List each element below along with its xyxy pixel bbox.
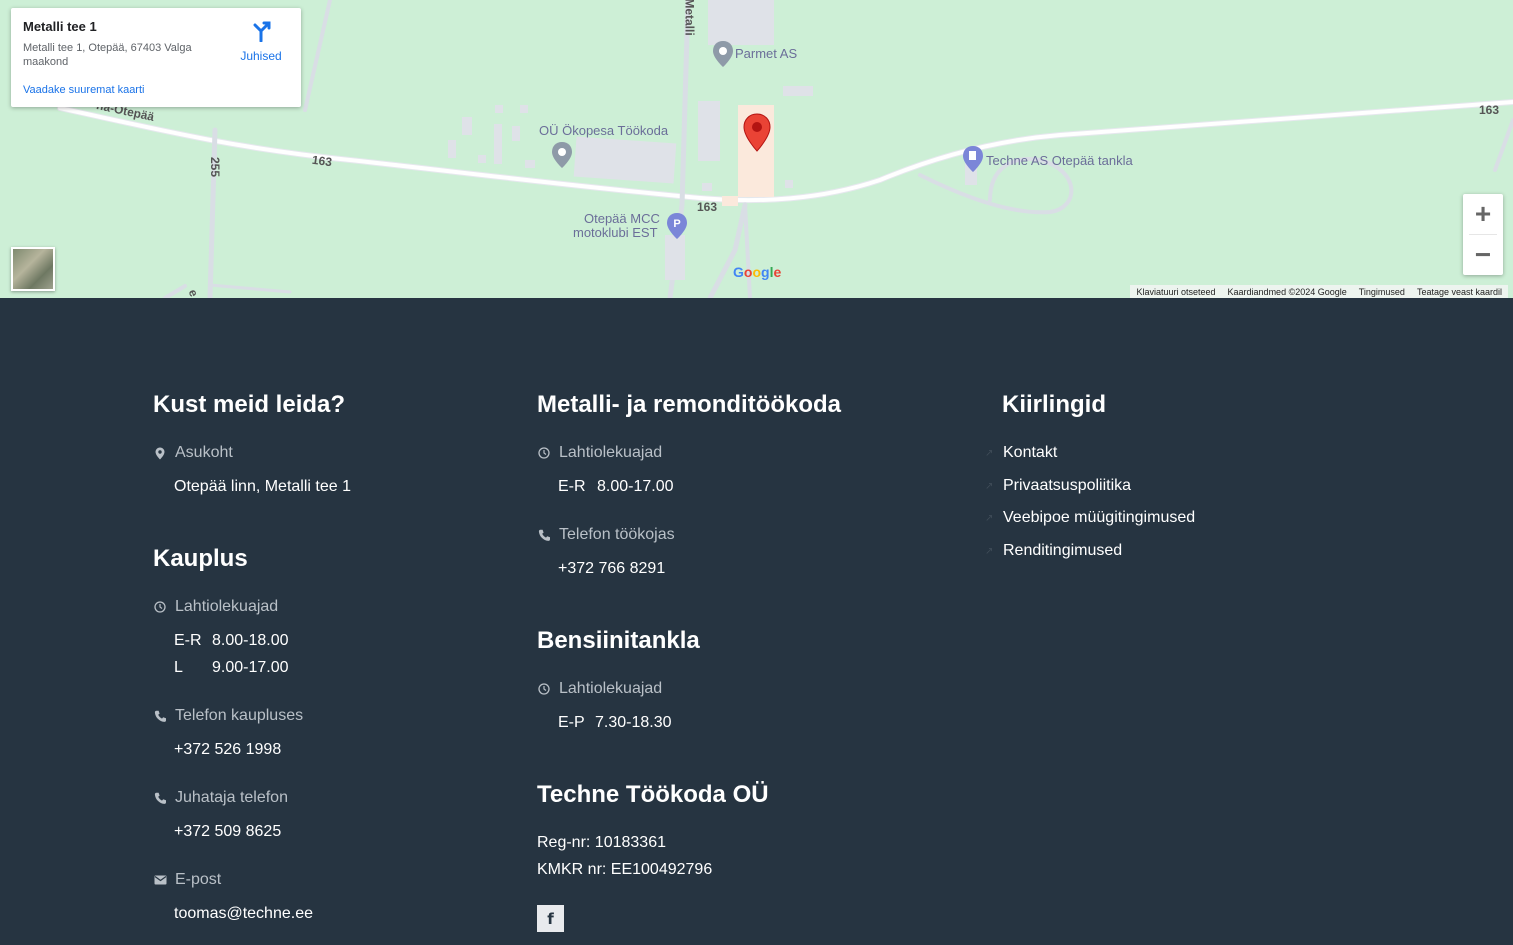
zoom-out-button[interactable]: − xyxy=(1463,235,1503,275)
quick-link-shop-terms[interactable]: ↗ Veebipoe müügitingimused xyxy=(985,509,1196,527)
location-value: Otepää linn, Metalli tee 1 xyxy=(174,478,351,495)
location-label: Asukoht xyxy=(153,444,233,462)
email-label: E-post xyxy=(153,871,221,889)
workshop-hours-time: 8.00-17.00 xyxy=(597,478,674,495)
parmet-pin-icon[interactable] xyxy=(712,40,734,68)
shop-hours-row: E-R 8.00-18.00 xyxy=(174,632,289,650)
shop-phone-link[interactable]: +372 526 1998 xyxy=(174,741,281,759)
clock-icon xyxy=(153,600,167,614)
okopesa-pin-icon[interactable] xyxy=(551,141,573,169)
envelope-icon xyxy=(153,873,167,887)
quick-link-privacy[interactable]: ↗ Privaatsuspoliitika xyxy=(985,477,1132,495)
place-address: Metalli tee 1, Otepää, 67403 Valga maako… xyxy=(23,42,192,68)
svg-text:P: P xyxy=(673,218,680,230)
gas-station-pin-icon[interactable] xyxy=(962,145,984,173)
reg-number: Reg-nr: 10183361 xyxy=(537,834,666,851)
gas-station-heading: Bensiinitankla xyxy=(537,627,700,654)
map-data-text: Kaardiandmed ©2024 Google xyxy=(1227,287,1347,297)
shop-phone-label: Telefon kaupluses xyxy=(153,707,303,725)
map-pin-icon xyxy=(153,446,167,460)
station-hours-label-text: Lahtiolekuajad xyxy=(559,680,663,697)
quick-link-label: Renditingimused xyxy=(1003,542,1123,559)
quick-links-heading: Kiirlingid xyxy=(1002,391,1106,418)
find-us-heading: Kust meid leida? xyxy=(153,391,346,418)
directions-button[interactable]: Juhised xyxy=(236,20,286,63)
workshop-hours-label: Lahtiolekuajad xyxy=(537,444,662,462)
email-link[interactable]: toomas@techne.ee xyxy=(174,905,313,923)
keyboard-shortcuts-link[interactable]: Klaviatuuri otseteed xyxy=(1130,285,1221,298)
map-attribution-bar: Klaviatuuri otseteed Kaardiandmed ©2024 … xyxy=(1130,285,1508,298)
road-label-163-c: 163 xyxy=(1479,103,1500,117)
station-hours-label: Lahtiolekuajad xyxy=(537,680,662,698)
shop-hours-label-text: Lahtiolekuajad xyxy=(175,598,279,615)
view-larger-map-link[interactable]: Vaadake suuremat kaarti xyxy=(23,84,144,96)
phone-icon xyxy=(537,528,551,542)
phone-icon xyxy=(153,709,167,723)
road-label-163-a: 163 xyxy=(311,152,333,170)
arrow-icon: ↗ xyxy=(985,545,994,557)
quick-link-label: Veebipoe müügitingimused xyxy=(1003,509,1196,526)
road-label-metalli: Metalli xyxy=(682,0,697,36)
shop-hours-time: 8.00-18.00 xyxy=(212,632,289,649)
parking-pin-icon[interactable]: P xyxy=(666,212,688,240)
google-logo: Google xyxy=(733,264,782,280)
quick-link-contact[interactable]: ↗ Kontakt xyxy=(985,444,1058,462)
shop-phone-label-text: Telefon kaupluses xyxy=(175,707,304,724)
vat-number: KMKR nr: EE100492796 xyxy=(537,861,713,878)
poi-okopesa[interactable]: OÜ Ökopesa Töökoda xyxy=(539,123,668,138)
shop-hours-row: L 9.00-17.00 xyxy=(174,659,289,677)
workshop-phone-link[interactable]: +372 766 8291 xyxy=(558,560,665,578)
workshop-hours-label-text: Lahtiolekuajad xyxy=(559,444,663,461)
road-label-163-b: 163 xyxy=(697,200,718,214)
station-hours-days: E-P xyxy=(558,714,585,731)
clock-icon xyxy=(537,682,551,696)
station-hours-time: 7.30-18.30 xyxy=(595,714,672,731)
workshop-phone-label: Telefon töökojas xyxy=(537,526,675,544)
workshop-hours-row: E-R 8.00-17.00 xyxy=(558,478,674,496)
facebook-icon[interactable]: f xyxy=(537,905,564,932)
directions-icon xyxy=(253,21,271,43)
satellite-toggle-thumbnail[interactable] xyxy=(11,247,55,291)
station-hours-row: E-P 7.30-18.30 xyxy=(558,714,672,732)
workshop-heading: Metalli- ja remonditöökoda xyxy=(537,391,842,418)
arrow-icon: ↗ xyxy=(985,512,994,524)
map-info-card: Metalli tee 1 Metalli tee 1, Otepää, 674… xyxy=(11,8,301,107)
phone-icon xyxy=(153,791,167,805)
quick-link-label: Kontakt xyxy=(1003,444,1058,461)
shop-hours-days: L xyxy=(174,659,183,676)
clock-icon xyxy=(537,446,551,460)
shop-hours-label: Lahtiolekuajad xyxy=(153,598,278,616)
shop-heading: Kauplus xyxy=(153,545,248,572)
arrow-icon: ↗ xyxy=(985,447,994,459)
zoom-controls: + − xyxy=(1463,194,1503,275)
poi-techne-tankla[interactable]: Techne AS Otepää tankla xyxy=(986,153,1133,168)
manager-phone-label: Juhataja telefon xyxy=(153,789,288,807)
workshop-phone-label-text: Telefon töökojas xyxy=(559,526,675,543)
map-embed[interactable]: Parmet AS OÜ Ökopesa Töökoda Techne AS O… xyxy=(0,0,1513,298)
email-label-text: E-post xyxy=(175,871,222,888)
quick-link-rental-terms[interactable]: ↗ Renditingimused xyxy=(985,542,1123,560)
quick-link-label: Privaatsuspoliitika xyxy=(1003,477,1132,494)
poi-mcc-line2: motoklubi EST xyxy=(573,225,658,240)
workshop-hours-days: E-R xyxy=(558,478,586,495)
manager-phone-link[interactable]: +372 509 8625 xyxy=(174,823,281,841)
shop-hours-days: E-R xyxy=(174,632,202,649)
manager-phone-label-text: Juhataja telefon xyxy=(175,789,288,806)
poi-parmet[interactable]: Parmet AS xyxy=(735,46,797,61)
company-heading: Techne Töökoda OÜ xyxy=(537,781,769,808)
road-label-255: 255 xyxy=(208,156,223,178)
location-label-text: Asukoht xyxy=(175,444,233,461)
zoom-in-button[interactable]: + xyxy=(1463,194,1503,234)
shop-hours-time: 9.00-17.00 xyxy=(212,659,289,676)
directions-label: Juhised xyxy=(240,49,282,63)
terms-link[interactable]: Tingimused xyxy=(1353,285,1411,298)
poi-mcc-line1[interactable]: Otepää MCC xyxy=(584,212,660,225)
location-pin-icon[interactable] xyxy=(743,113,771,153)
report-error-link[interactable]: Teatage veast kaardil xyxy=(1411,285,1508,298)
site-footer: Kust meid leida? Asukoht Otepää linn, Me… xyxy=(0,298,1513,945)
arrow-icon: ↗ xyxy=(985,480,994,492)
place-title: Metalli tee 1 xyxy=(23,19,97,34)
